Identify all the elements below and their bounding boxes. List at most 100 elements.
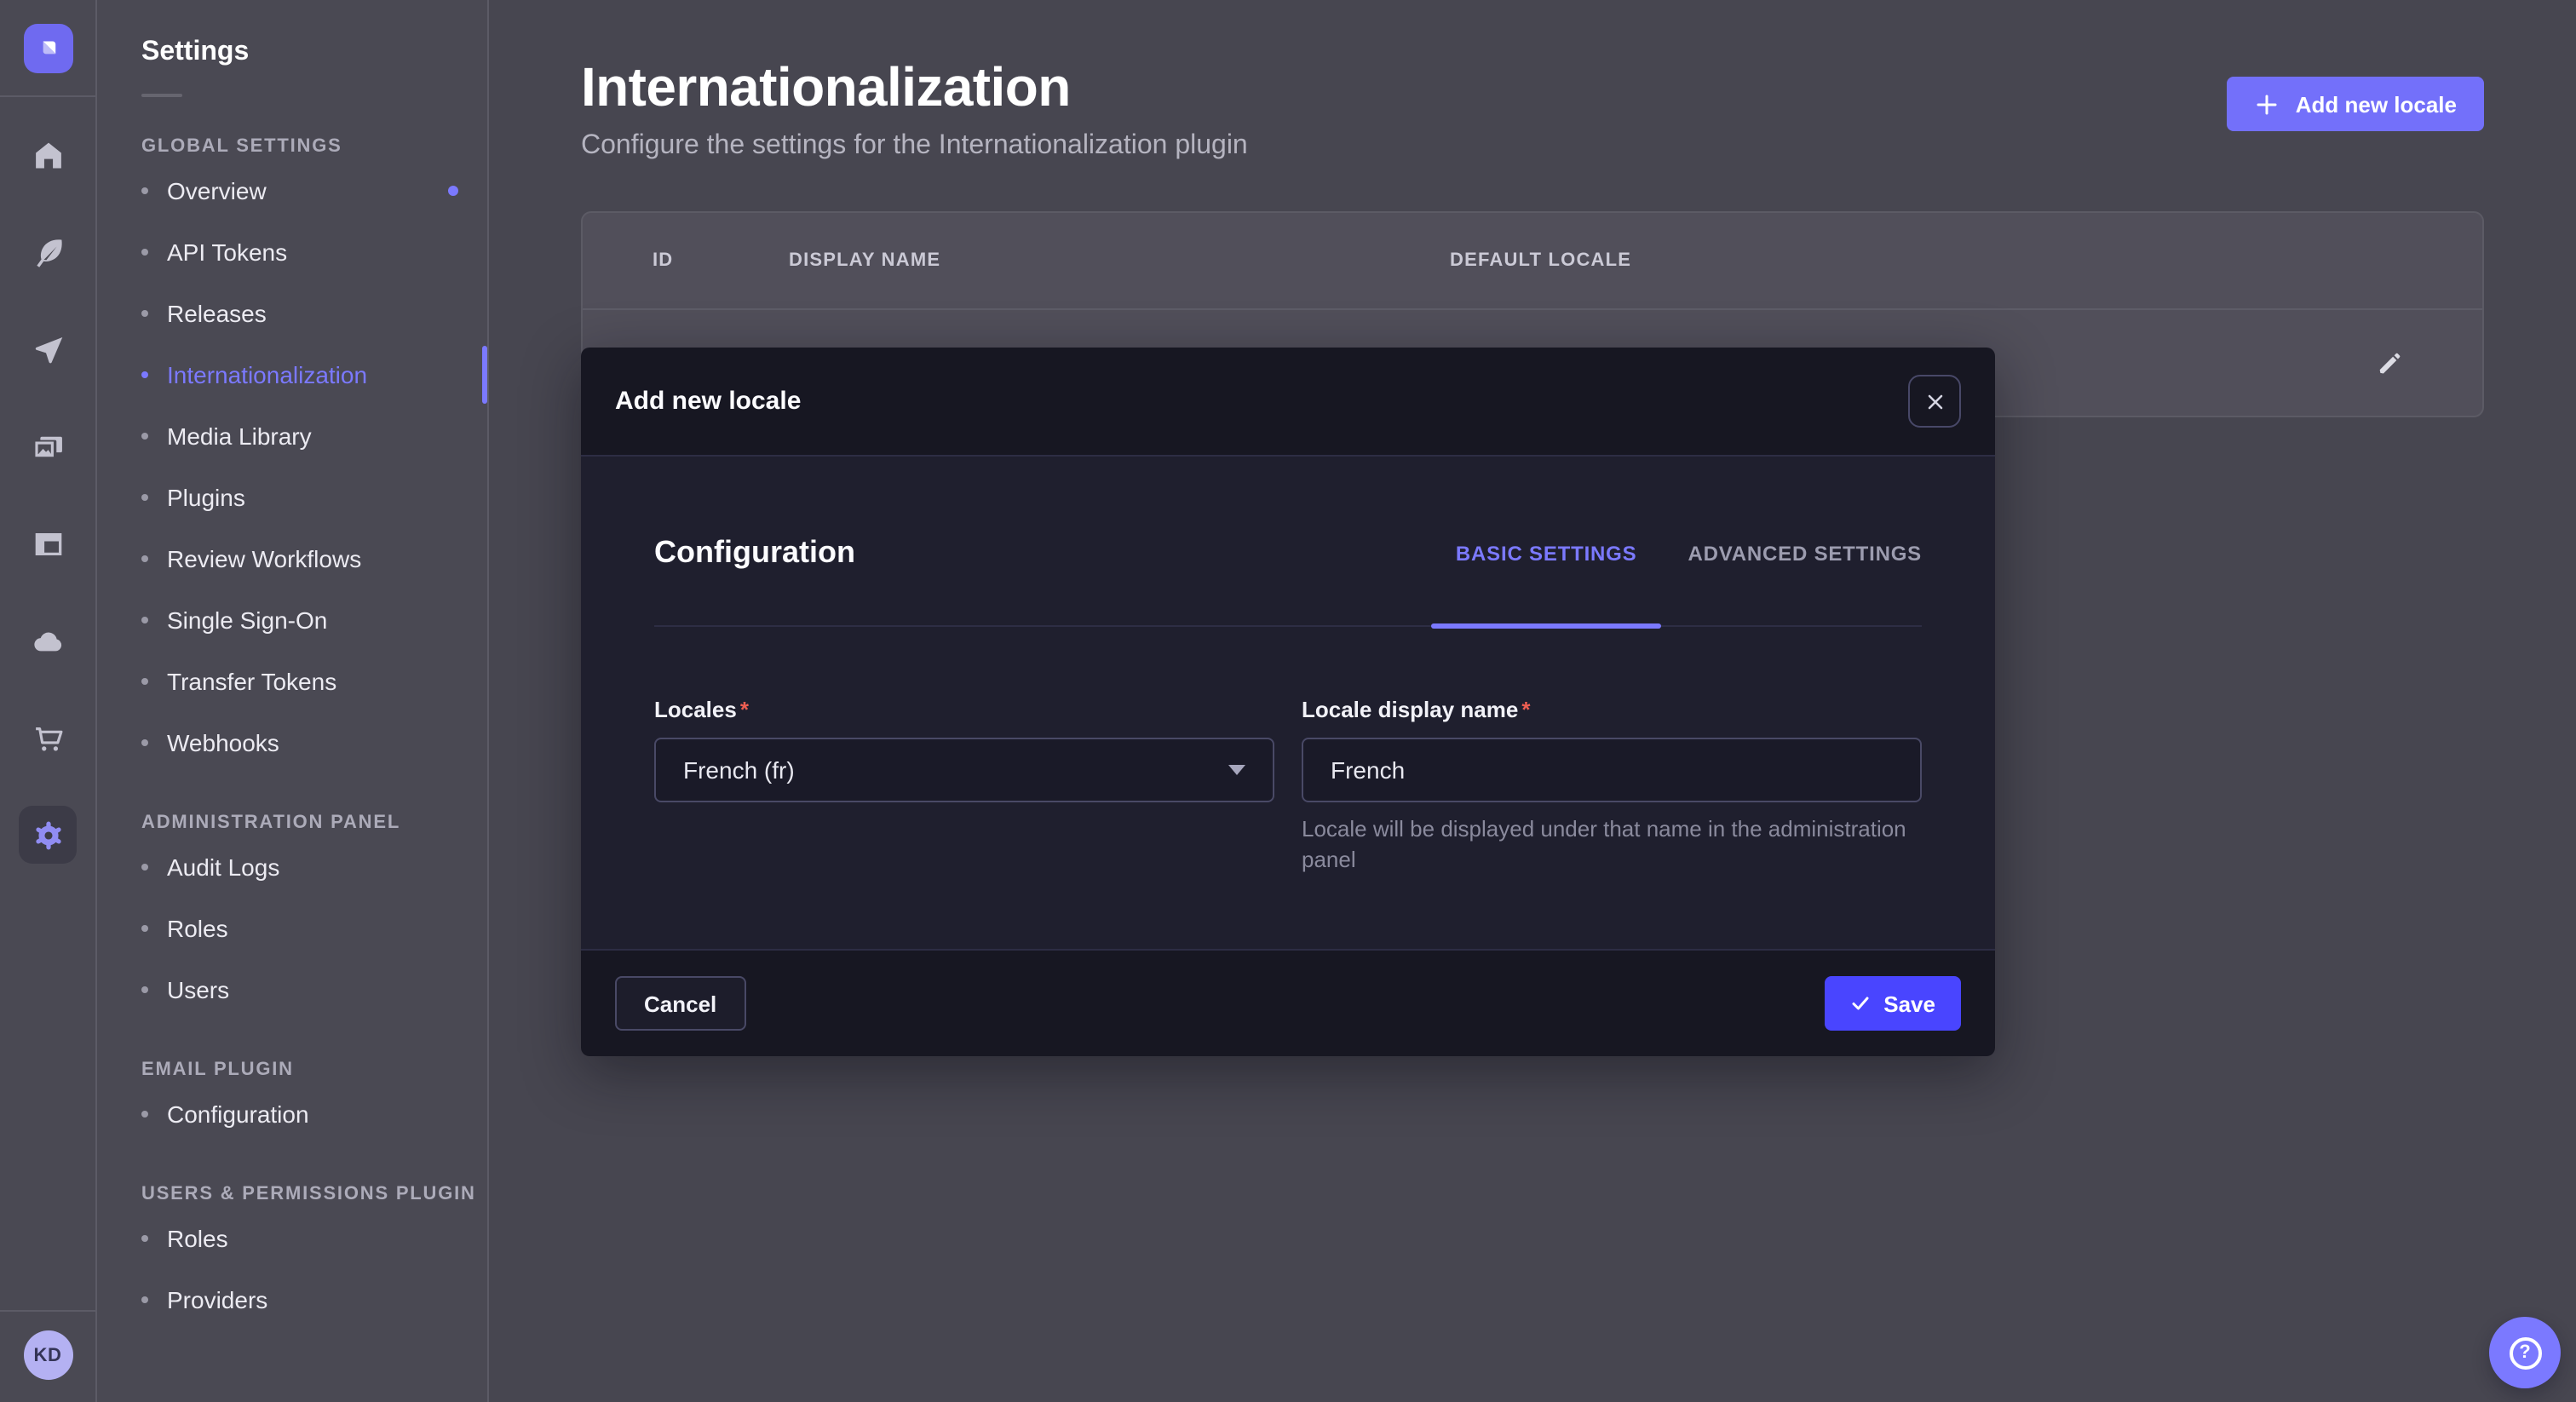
display-name-input[interactable] [1302,738,1922,802]
save-button[interactable]: Save [1824,976,1961,1031]
bullet-icon [141,739,148,746]
home-icon [30,137,66,173]
bullet-icon [141,555,148,562]
help-button[interactable]: ? [2489,1317,2561,1388]
sidebar-item-label: Audit Logs [167,853,279,881]
app-window: KD Settings GLOBAL SETTINGS Overview API T… [0,0,2576,1402]
sidebar-title: Settings [141,37,487,68]
sidebar-item-plugins[interactable]: Plugins [141,467,487,528]
sidebar-item-transfer-tokens[interactable]: Transfer Tokens [141,651,487,712]
sidebar-item-api-tokens[interactable]: API Tokens [141,221,487,283]
sidebar-item-label: Webhooks [167,729,279,756]
sidebar-item-providers[interactable]: Providers [141,1269,487,1330]
add-button-label: Add new locale [2296,91,2457,117]
rail-nav [19,126,77,864]
page-header: Internationalization Configure the setti… [581,56,2484,162]
bullet-icon [141,617,148,623]
bullet-icon [141,433,148,440]
media-images-icon [30,428,66,464]
cloud-icon [30,623,66,658]
sidebar-item-roles[interactable]: Roles [141,1208,487,1269]
close-modal-button[interactable] [1908,375,1961,428]
locales-select-value: French (fr) [683,756,795,784]
close-icon [1924,391,1945,411]
sidebar-item-review-workflows[interactable]: Review Workflows [141,528,487,589]
sidebar-item-internationalization[interactable]: Internationalization [141,344,487,405]
sidebar-item-label: Overview [167,177,267,204]
sidebar-item-label: Plugins [167,484,245,511]
rail-item-feather-icon[interactable] [19,223,77,281]
sidebar-item-releases[interactable]: Releases [141,283,487,344]
chevron-down-icon [1228,765,1245,775]
modal-fields: Locales* French (fr) Locale display name… [654,695,1922,874]
sidebar-item-users[interactable]: Users [141,959,487,1020]
notification-dot [448,186,458,196]
rail-item-cloud-icon[interactable] [19,612,77,669]
configuration-title: Configuration [654,535,855,571]
bullet-icon [141,249,148,256]
column-header-display-name: DISPLAY NAME [789,250,1450,271]
modal-header: Add new locale [581,348,1995,457]
sidebar-item-media-library[interactable]: Media Library [141,405,487,467]
column-header-id: ID [653,250,789,271]
add-new-locale-button[interactable]: Add new locale [2228,77,2484,131]
rail-item-send-icon[interactable] [19,320,77,378]
table-header-row: IDDISPLAY NAMEDEFAULT LOCALE [583,213,2482,308]
page-subtitle: Configure the settings for the Internati… [581,131,1248,162]
sidebar-item-label: Providers [167,1286,267,1313]
display-name-hint: Locale will be displayed under that name… [1302,814,1922,874]
check-icon [1849,993,1870,1014]
sidebar-section-label: USERS & PERMISSIONS PLUGIN [141,1184,487,1204]
rail-item-cart-icon[interactable] [19,709,77,767]
rail-footer: KD [0,1310,95,1402]
tab-advanced-settings[interactable]: ADVANCED SETTINGS [1688,480,1922,625]
column-header-default-locale: DEFAULT LOCALE [1450,250,2329,271]
cart-icon [30,720,66,756]
rail-item-home-icon[interactable] [19,126,77,184]
sidebar-item-label: Review Workflows [167,545,361,572]
bullet-icon [141,986,148,993]
add-locale-modal: Add new locale Configuration BASIC SETTI… [581,348,1995,1056]
locales-select[interactable]: French (fr) [654,738,1274,802]
bullet-icon [141,1296,148,1303]
bullet-icon [141,925,148,932]
pencil-icon [2375,348,2404,377]
sidebar-item-label: Transfer Tokens [167,668,336,695]
active-indicator [482,346,487,404]
sidebar-section-label: GLOBAL SETTINGS [141,136,487,157]
sidebar-section-label: EMAIL PLUGIN [141,1060,487,1080]
gear-icon [30,817,66,853]
sidebar-item-overview[interactable]: Overview [141,160,487,221]
sidebar-item-label: Single Sign-On [167,606,327,634]
display-name-field: Locale display name* Locale will be disp… [1302,695,1922,874]
settings-sidebar: Settings GLOBAL SETTINGS Overview API Toke… [97,0,489,1402]
rail-item-media-images-icon[interactable] [19,417,77,475]
bullet-icon [141,1235,148,1242]
sidebar-item-configuration[interactable]: Configuration [141,1083,487,1145]
sidebar-item-audit-logs[interactable]: Audit Logs [141,836,487,898]
sidebar-item-webhooks[interactable]: Webhooks [141,712,487,773]
edit-locale-button[interactable] [2375,348,2404,377]
modal-footer: Cancel Save [581,949,1995,1056]
layout-icon [30,526,66,561]
rail-item-gear-icon[interactable] [19,806,77,864]
locales-label: Locales* [654,697,749,722]
tab-basic-settings[interactable]: BASIC SETTINGS [1456,480,1637,625]
send-icon [30,331,66,367]
strapi-logo[interactable] [23,23,72,72]
plus-icon [2255,91,2280,117]
required-asterisk: * [740,697,749,722]
sidebar-item-label: Releases [167,300,267,327]
sidebar-item-label: Internationalization [167,361,367,388]
modal-title: Add new locale [615,387,801,416]
sidebar-item-single-sign-on[interactable]: Single Sign-On [141,589,487,651]
cancel-button[interactable]: Cancel [615,976,745,1031]
save-button-label: Save [1883,991,1935,1016]
configuration-header-row: Configuration BASIC SETTINGS ADVANCED SET… [654,480,1922,627]
strapi-logo-container [0,0,96,97]
sidebar-item-label: Users [167,976,229,1003]
rail-item-layout-icon[interactable] [19,514,77,572]
question-mark-icon: ? [2509,1336,2541,1369]
user-avatar[interactable]: KD [23,1330,72,1380]
sidebar-item-roles[interactable]: Roles [141,898,487,959]
